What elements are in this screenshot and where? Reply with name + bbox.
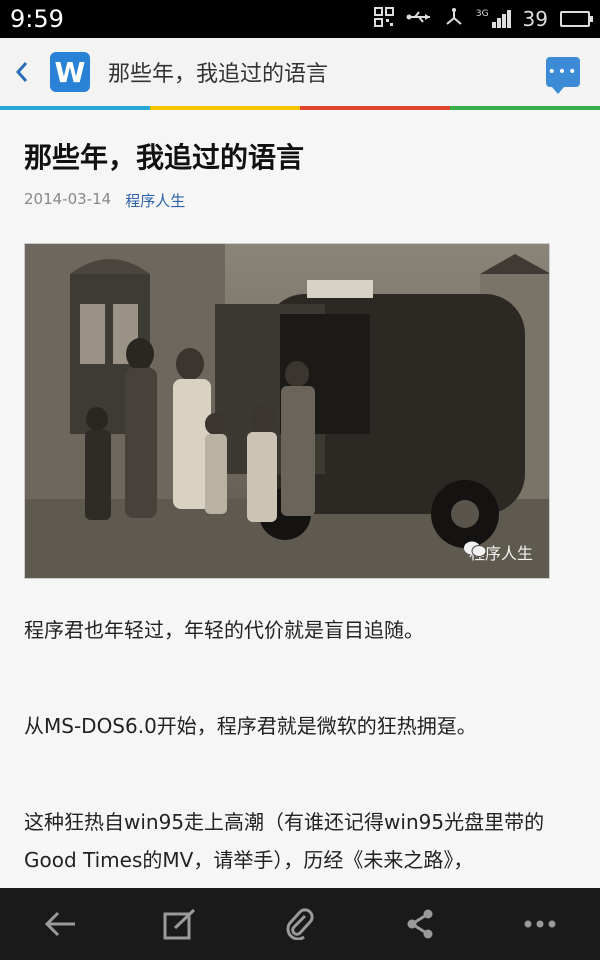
battery-percent: 39: [522, 7, 548, 31]
signal-icon: 3G: [476, 10, 511, 28]
qr-icon: [373, 7, 394, 31]
attachment-icon[interactable]: [272, 896, 328, 952]
network-type-label: 3G: [475, 9, 489, 19]
vintage-bookmobile-photo: [25, 244, 549, 578]
article-author-link[interactable]: 程序人生: [125, 190, 185, 211]
status-time: 9:59: [10, 5, 64, 33]
battery-icon: [560, 11, 593, 27]
bottom-toolbar: [0, 888, 600, 960]
article-title: 那些年，我追过的语言: [24, 141, 305, 174]
article-photo[interactable]: 程序人生: [24, 243, 550, 579]
image-watermark: 程序人生: [463, 540, 533, 564]
back-arrow-icon[interactable]: [32, 896, 88, 952]
share-icon[interactable]: [392, 896, 448, 952]
article-paragraph: 程序君也年轻过，年轻的代价就是盲目追随。: [24, 618, 424, 642]
comment-icon[interactable]: •••: [546, 57, 580, 94]
edit-icon[interactable]: [152, 896, 208, 952]
header-title: 那些年，我追过的语言: [108, 62, 329, 87]
article-paragraph: 从MS-DOS6.0开始，程序君就是微软的狂热拥趸。: [24, 714, 477, 738]
usb-icon: [406, 9, 432, 29]
app-header: W 那些年，我追过的语言 •••: [0, 38, 600, 106]
article-date: 2014-03-14: [24, 190, 112, 208]
logo-letter: W: [54, 55, 86, 89]
status-bar: 9:59 3G 39: [0, 0, 600, 38]
article-meta: 2014-03-14 程序人生: [24, 190, 576, 211]
app-logo: W: [50, 52, 90, 92]
back-chevron-icon[interactable]: [0, 38, 44, 106]
article-paragraph: 这种狂热自win95走上高潮（有谁还记得win95光盘里带的Good Times…: [24, 810, 545, 888]
article-content[interactable]: 那些年，我追过的语言 2014-03-14 程序人生 程序人生 程序君也年轻过，…: [0, 110, 600, 888]
more-icon[interactable]: [512, 896, 568, 952]
usb-debug-icon: [444, 7, 464, 31]
status-icons: 3G 39: [373, 7, 593, 31]
